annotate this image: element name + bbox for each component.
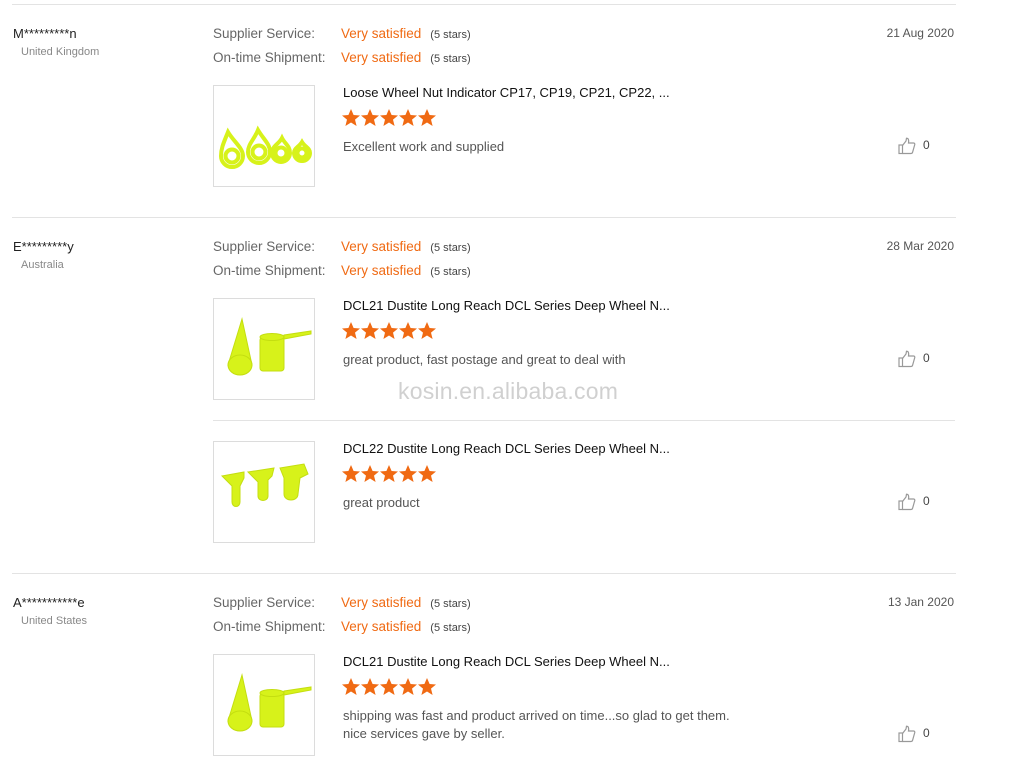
supplier-service-rating: Supplier Service: Very satisfied (5 stars)	[213, 26, 471, 41]
dustite-cap-image[interactable]	[213, 298, 315, 400]
wheel-nut-indicator-image[interactable]	[213, 85, 315, 187]
supplier-service-value: Very satisfied	[341, 595, 422, 610]
supplier-service-label: Supplier Service:	[213, 595, 316, 610]
ontime-shipment-label: On-time Shipment:	[213, 619, 326, 634]
watermark: kosin.en.alibaba.com	[398, 378, 619, 404]
star-rating	[342, 322, 437, 340]
product-title[interactable]: DCL21 Dustite Long Reach DCL Series Deep…	[343, 654, 670, 669]
ontime-shipment-label: On-time Shipment:	[213, 50, 326, 65]
review-comment: great product, fast postage and great to…	[343, 352, 626, 367]
ontime-shipment-rating: On-time Shipment: Very satisfied (5 stars)	[213, 263, 471, 278]
reviewer-country: Australia	[21, 259, 64, 271]
review-comment: great product	[343, 495, 420, 510]
divider	[12, 4, 956, 5]
dustite-cap-image[interactable]	[213, 654, 315, 756]
review-comment: Excellent work and supplied	[343, 139, 505, 154]
divider	[12, 573, 956, 574]
ontime-shipment-value: Very satisfied	[341, 619, 422, 634]
reviewed-product: DCL22 Dustite Long Reach DCL Series Deep…	[213, 441, 955, 545]
review-comment: shipping was fast and product arrived on…	[343, 708, 730, 741]
star-rating	[342, 109, 437, 127]
supplier-service-stars: (5 stars)	[430, 598, 471, 610]
ontime-shipment-rating: On-time Shipment: Very satisfied (5 stars)	[213, 619, 471, 634]
review-date: 21 Aug 2020	[886, 26, 954, 40]
five-stars-icon	[342, 322, 436, 339]
like-count: 0	[923, 138, 930, 152]
star-rating	[342, 678, 437, 696]
like-count: 0	[923, 351, 930, 365]
supplier-service-stars: (5 stars)	[430, 242, 471, 254]
reviewer-name: A***********e	[13, 595, 85, 610]
ontime-shipment-rating: On-time Shipment: Very satisfied (5 stars)	[213, 50, 471, 65]
ontime-shipment-stars: (5 stars)	[430, 53, 471, 65]
product-title[interactable]: DCL21 Dustite Long Reach DCL Series Deep…	[343, 298, 670, 313]
product-title[interactable]: DCL22 Dustite Long Reach DCL Series Deep…	[343, 441, 670, 456]
supplier-service-label: Supplier Service:	[213, 26, 316, 41]
review-date: 13 Jan 2020	[887, 595, 954, 609]
supplier-service-rating: Supplier Service: Very satisfied (5 stars)	[213, 239, 471, 254]
supplier-service-value: Very satisfied	[341, 26, 422, 41]
five-stars-icon	[342, 109, 436, 126]
divider	[213, 420, 955, 421]
ontime-shipment-stars: (5 stars)	[430, 266, 471, 278]
thumbs-up-icon	[898, 350, 916, 368]
ontime-shipment-value: Very satisfied	[341, 263, 422, 278]
reviewer-name: M*********n	[13, 26, 77, 41]
supplier-service-value: Very satisfied	[341, 239, 422, 254]
supplier-service-stars: (5 stars)	[430, 29, 471, 41]
reviewed-product: Loose Wheel Nut Indicator CP17, CP19, CP…	[213, 85, 955, 189]
divider	[12, 217, 956, 218]
thumbs-up-icon	[898, 137, 916, 155]
ontime-shipment-value: Very satisfied	[341, 50, 422, 65]
five-stars-icon	[342, 465, 436, 482]
review-date: 28 Mar 2020	[886, 239, 954, 253]
reviewer-country: United States	[21, 615, 88, 627]
like-count: 0	[923, 494, 930, 508]
five-stars-icon	[342, 678, 436, 695]
like-count: 0	[923, 726, 930, 740]
thumbs-up-icon	[898, 725, 916, 743]
ontime-shipment-stars: (5 stars)	[430, 622, 471, 634]
product-title[interactable]: Loose Wheel Nut Indicator CP17, CP19, CP…	[343, 85, 670, 100]
star-rating	[342, 465, 437, 483]
reviewed-product: DCL21 Dustite Long Reach DCL Series Deep…	[213, 654, 955, 758]
ontime-shipment-label: On-time Shipment:	[213, 263, 326, 278]
reviewer-country: United Kingdom	[21, 46, 100, 58]
reviewer-name: E*********y	[13, 239, 74, 254]
supplier-service-label: Supplier Service:	[213, 239, 316, 254]
supplier-service-rating: Supplier Service: Very satisfied (5 stars)	[213, 595, 471, 610]
dustite-caps-image[interactable]	[213, 441, 315, 543]
thumbs-up-icon	[898, 493, 916, 511]
